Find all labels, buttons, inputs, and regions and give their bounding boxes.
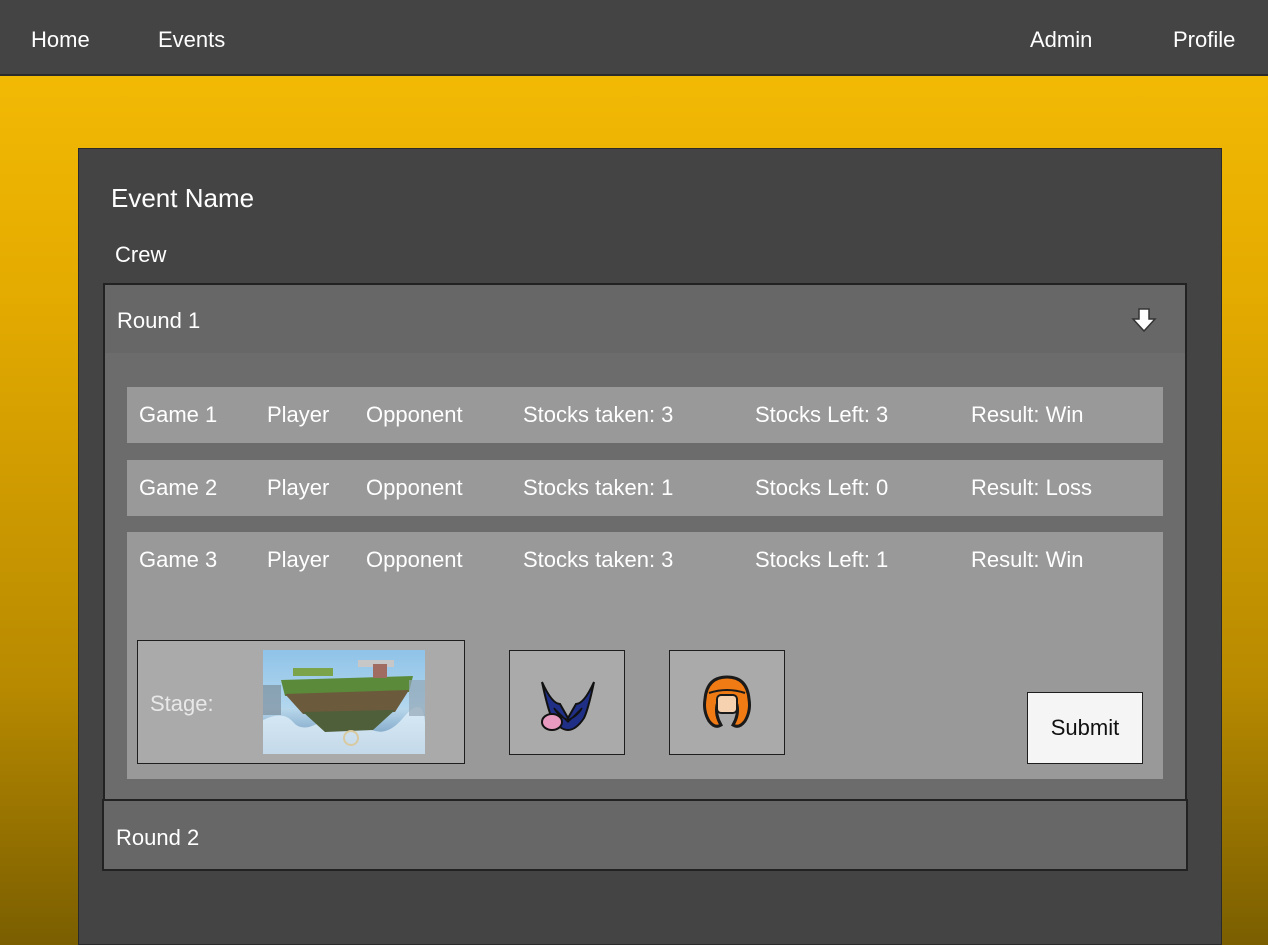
crew-label: Crew	[115, 242, 167, 267]
submit-button[interactable]: Submit	[1027, 692, 1143, 764]
game-label: Game 1	[139, 402, 218, 427]
stocks-taken: Stocks taken: 1	[523, 475, 674, 500]
event-name: Event Name	[111, 183, 255, 213]
round-1-label: Round 1	[117, 308, 201, 333]
player-name: Player	[267, 547, 330, 572]
game-row-3[interactable]: Game 3 Player Opponent Stocks taken: 3 S…	[127, 532, 1163, 779]
stage-label: Stage:	[150, 691, 214, 716]
game-row-1[interactable]: Game 1 Player Opponent Stocks taken: 3 S…	[127, 387, 1163, 443]
opponent-name: Opponent	[366, 475, 463, 500]
navbar: Home Events Admin Profile	[0, 0, 1268, 76]
nav-home-link[interactable]: Home	[31, 27, 90, 53]
game-label: Game 2	[139, 475, 218, 500]
arrow-down-icon[interactable]	[1131, 307, 1157, 333]
player-name: Player	[267, 402, 330, 427]
stage-thumbnail[interactable]	[263, 650, 425, 754]
meta-knight-icon	[541, 681, 595, 732]
nav-admin-link[interactable]: Admin	[1030, 27, 1092, 53]
opponent-name: Opponent	[366, 402, 463, 427]
nav-events-link[interactable]: Events	[158, 27, 225, 53]
event-panel: Event Name Crew Round 1 Game 1 Player Op…	[78, 148, 1222, 945]
round-2-label: Round 2	[116, 825, 200, 850]
opponent-name: Opponent	[366, 547, 463, 572]
game-result: Result: Win	[971, 547, 1084, 572]
game-result: Result: Win	[971, 402, 1084, 427]
stocks-taken: Stocks taken: 3	[523, 547, 674, 572]
stocks-taken: Stocks taken: 3	[523, 402, 674, 427]
round-1-body: Game 1 Player Opponent Stocks taken: 3 S…	[103, 353, 1187, 801]
game-result: Result: Loss	[971, 475, 1093, 500]
stocks-left: Stocks Left: 3	[755, 402, 889, 427]
stocks-left: Stocks Left: 0	[755, 475, 889, 500]
player-character-selector[interactable]	[509, 650, 625, 755]
stage-selector[interactable]: Stage:	[137, 640, 465, 764]
game-row-2[interactable]: Game 2 Player Opponent Stocks taken: 1 S…	[127, 460, 1163, 516]
inkling-icon	[703, 675, 751, 728]
player-name: Player	[267, 475, 330, 500]
round-2-header[interactable]: Round 2	[102, 799, 1188, 871]
nav-profile-link[interactable]: Profile	[1173, 27, 1235, 53]
game-label: Game 3	[139, 547, 218, 572]
opponent-character-selector[interactable]	[669, 650, 785, 755]
stocks-left: Stocks Left: 1	[755, 547, 889, 572]
round-1-header[interactable]: Round 1	[103, 283, 1187, 355]
